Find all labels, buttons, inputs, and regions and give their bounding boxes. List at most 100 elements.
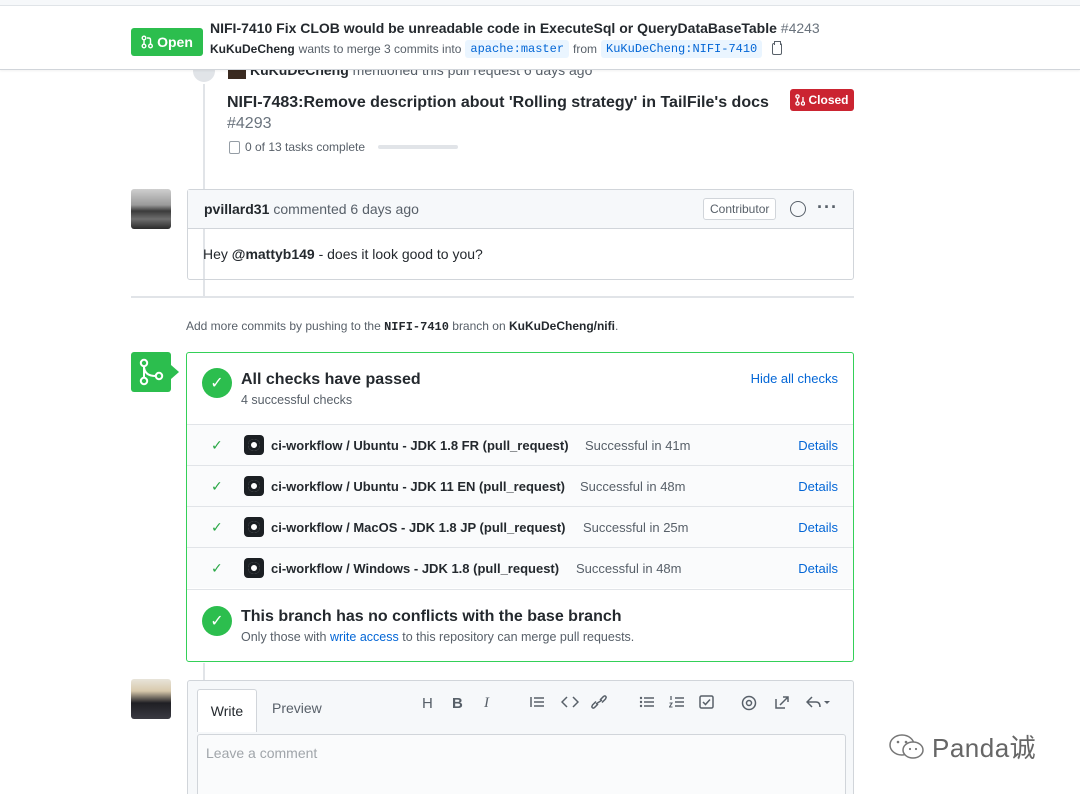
more-options-icon[interactable]: ···	[817, 197, 838, 218]
user-mention-link[interactable]: @mattyb149	[232, 246, 315, 262]
check-name: ci-workflow / Ubuntu - JDK 11 EN (pull_r…	[271, 478, 565, 494]
check-name: ci-workflow / MacOS - JDK 1.8 JP (pull_r…	[271, 519, 566, 535]
comment-body-suffix: - does it look good to you?	[318, 246, 483, 262]
no-conflicts-subtitle: Only those with write access to this rep…	[241, 630, 634, 644]
check-status: Successful in 48m	[576, 560, 682, 576]
checklist-icon	[229, 140, 240, 154]
add-more-suffix: .	[614, 319, 619, 333]
check-success-icon: ✓	[211, 518, 223, 535]
referenced-pr-number[interactable]: #4293	[227, 115, 272, 133]
referenced-pr-title[interactable]: NIFI-7483:Remove description about 'Roll…	[227, 91, 777, 115]
pr-title: NIFI-7410 Fix CLOB would be unreadable c…	[210, 20, 820, 36]
task-progress: 0 of 13 tasks complete	[229, 140, 459, 154]
checks-passed-icon: ✓	[202, 368, 232, 398]
pull-request-closed-icon	[795, 94, 806, 106]
no-conflicts-title: This branch has no conflicts with the ba…	[241, 608, 622, 625]
pr-number: #4243	[780, 20, 820, 36]
pr-merge-text: wants to merge 3 commits into	[298, 42, 462, 56]
code-icon[interactable]	[560, 695, 580, 713]
merge-box: ✓ All checks have passed 4 successful ch…	[186, 352, 854, 662]
tab-preview[interactable]: Preview	[272, 700, 322, 716]
pr-state-badge: Open	[131, 28, 203, 56]
check-success-icon: ✓	[211, 436, 223, 453]
check-success-icon: ✓	[211, 477, 223, 494]
check-details-link[interactable]: Details	[798, 520, 838, 535]
check-status: Successful in 48m	[580, 478, 686, 494]
hide-all-checks-link[interactable]: Hide all checks	[751, 371, 838, 386]
pr-author-link[interactable]: KuKuDeCheng	[210, 42, 295, 56]
comment-textarea[interactable]: Leave a comment	[197, 734, 846, 794]
pr-title-text: NIFI-7410 Fix CLOB would be unreadable c…	[210, 20, 777, 36]
merge-box-divider	[187, 589, 853, 590]
head-branch-label[interactable]: KuKuDeCheng:NIFI-7410	[601, 40, 763, 58]
quote-icon[interactable]	[529, 695, 545, 713]
bold-button[interactable]: B	[452, 695, 463, 712]
merge-status-icon	[131, 352, 179, 392]
comment-composer: Write Preview H B I Leave a comment	[187, 680, 854, 794]
pr-state-label: Open	[157, 34, 193, 50]
check-row: ✓ ci-workflow / Ubuntu - JDK 1.8 FR (pul…	[187, 424, 853, 465]
pr-sticky-header: Open NIFI-7410 Fix CLOB would be unreada…	[0, 6, 1080, 70]
write-access-link[interactable]: write access	[330, 630, 399, 644]
add-more-middle: branch on	[452, 319, 506, 333]
check-success-icon: ✓	[211, 559, 223, 576]
check-status: Successful in 41m	[585, 437, 691, 453]
ordered-list-icon[interactable]	[668, 695, 685, 713]
fork-repo-link[interactable]: KuKuDeCheng/nifi	[509, 319, 615, 333]
add-more-branch: NIFI-7410	[384, 320, 449, 334]
base-branch-label[interactable]: apache:master	[465, 40, 570, 58]
reply-icon[interactable]	[805, 695, 832, 713]
task-progress-bar	[378, 145, 459, 149]
check-name: ci-workflow / Ubuntu - JDK 1.8 FR (pull_…	[271, 437, 569, 453]
comment-body-prefix: Hey	[203, 246, 228, 262]
add-more-prefix: Add more commits by pushing to the	[186, 319, 381, 333]
closed-state-label: Closed	[808, 93, 849, 107]
check-details-link[interactable]: Details	[798, 438, 838, 453]
pr-from-text: from	[573, 42, 598, 56]
git-merge-icon	[139, 358, 164, 386]
heading-button[interactable]: H	[422, 695, 433, 712]
check-row: ✓ ci-workflow / MacOS - JDK 1.8 JP (pull…	[187, 506, 853, 547]
github-actions-icon	[244, 558, 264, 578]
watermark-text: Panda诚	[932, 733, 1037, 763]
closed-state-badge: Closed	[790, 89, 854, 111]
reaction-smiley-icon[interactable]	[790, 201, 806, 217]
github-actions-icon	[244, 435, 264, 455]
pr-meta: KuKuDeCheng wants to merge 3 commits int…	[210, 40, 783, 58]
check-name: ci-workflow / Windows - JDK 1.8 (pull_re…	[271, 560, 560, 576]
add-more-commits-note: Add more commits by pushing to the NIFI-…	[186, 319, 618, 334]
contributor-badge: Contributor	[703, 198, 777, 220]
comment-header: pvillard31 commented 6 days ago Contribu…	[188, 190, 853, 229]
check-details-link[interactable]: Details	[798, 479, 838, 494]
check-details-link[interactable]: Details	[798, 561, 838, 576]
tab-write[interactable]: Write	[197, 689, 257, 732]
pull-request-icon	[141, 35, 154, 49]
link-icon[interactable]	[591, 695, 607, 713]
unordered-list-icon[interactable]	[639, 695, 655, 713]
check-row: ✓ ci-workflow / Ubuntu - JDK 11 EN (pull…	[187, 465, 853, 506]
wechat-icon	[889, 733, 924, 759]
no-conflicts-suffix: to this repository can merge pull reques…	[402, 630, 635, 644]
comment-body: Hey @mattyb149 - does it look good to yo…	[188, 229, 853, 279]
check-row: ✓ ci-workflow / Windows - JDK 1.8 (pull_…	[187, 547, 853, 588]
task-list-icon[interactable]	[699, 695, 715, 713]
github-actions-icon	[244, 476, 264, 496]
current-user-avatar[interactable]	[131, 679, 171, 719]
watermark: Panda诚	[888, 728, 1036, 765]
task-progress-text: 0 of 13 tasks complete	[245, 140, 366, 154]
mention-icon[interactable]	[741, 695, 757, 715]
commenter-avatar[interactable]	[131, 189, 171, 229]
timeline-divider	[131, 296, 854, 298]
copy-icon[interactable]	[772, 41, 783, 55]
comment-box: pvillard31 commented 6 days ago Contribu…	[187, 189, 854, 280]
comment-timestamp[interactable]: commented 6 days ago	[273, 201, 419, 217]
checks-subtitle: 4 successful checks	[241, 393, 353, 407]
cross-reference-icon[interactable]	[774, 695, 790, 715]
comment-author-link[interactable]: pvillard31	[204, 201, 269, 217]
github-actions-icon	[244, 517, 264, 537]
italic-button[interactable]: I	[484, 695, 489, 712]
checks-title: All checks have passed	[241, 371, 421, 388]
no-conflicts-prefix: Only those with	[241, 630, 327, 644]
check-status: Successful in 25m	[583, 519, 689, 535]
no-conflicts-icon: ✓	[202, 606, 232, 636]
